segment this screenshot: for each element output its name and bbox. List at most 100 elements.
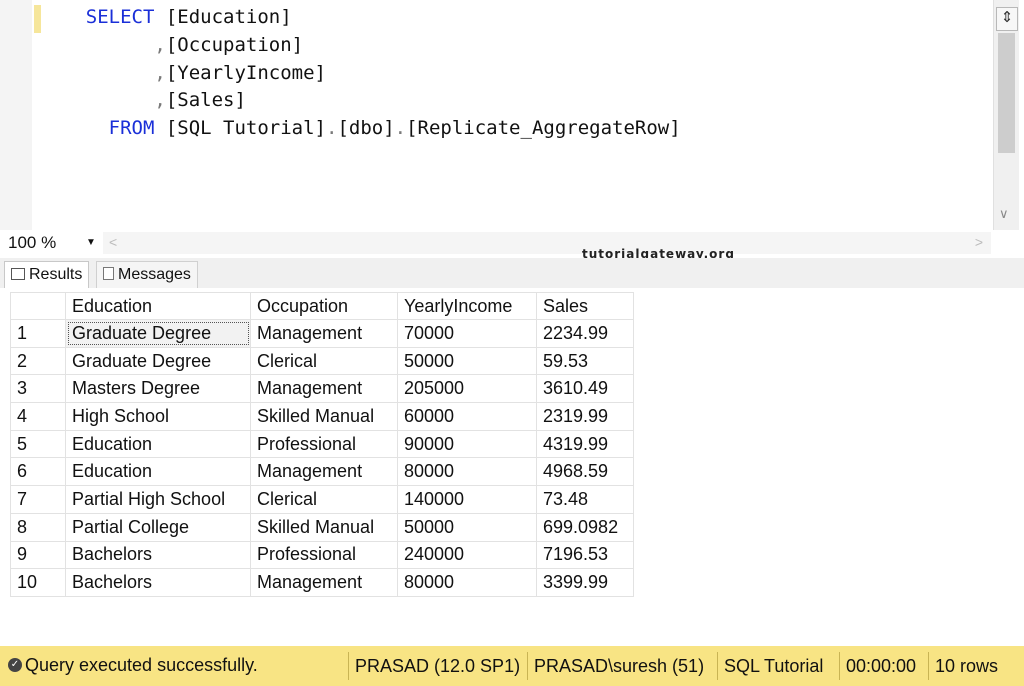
cell-occupation[interactable]: Professional (250, 429, 398, 459)
status-elapsed-time: 00:00:00 (839, 652, 916, 680)
cell-yearlyincome[interactable]: 50000 (397, 346, 537, 376)
cell-education[interactable]: Bachelors (65, 568, 251, 597)
editor-horizontal-scrollbar[interactable]: < > (103, 232, 991, 254)
row-number[interactable]: 10 (10, 568, 66, 597)
cell-education[interactable]: Education (65, 429, 251, 459)
cell-sales[interactable]: 4968.59 (536, 457, 634, 487)
sql-code[interactable]: SELECT [Education] ,[Occupation] ,[Yearl… (40, 4, 681, 143)
cell-yearlyincome[interactable]: 205000 (397, 374, 537, 404)
cell-occupation[interactable]: Management (250, 374, 398, 404)
status-server: PRASAD (12.0 SP1) (348, 652, 520, 680)
cell-yearlyincome[interactable]: 60000 (397, 402, 537, 431)
cell-occupation[interactable]: Skilled Manual (250, 512, 398, 542)
table-row: 2 Graduate Degree Clerical 50000 59.53 (10, 346, 634, 376)
tab-messages[interactable]: Messages (96, 261, 198, 288)
cell-yearlyincome[interactable]: 80000 (397, 568, 537, 597)
cell-sales[interactable]: 2234.99 (536, 319, 634, 348)
row-number-header[interactable] (10, 292, 66, 320)
cell-sales[interactable]: 4319.99 (536, 429, 634, 459)
cell-education[interactable]: Partial High School (65, 485, 251, 514)
status-message: Query executed successfully. (25, 655, 258, 675)
cell-yearlyincome[interactable]: 240000 (397, 540, 537, 570)
tab-messages-label: Messages (118, 266, 191, 283)
row-number[interactable]: 6 (10, 457, 66, 487)
row-number[interactable]: 7 (10, 485, 66, 514)
table-row: 3 Masters Degree Management 205000 3610.49 (10, 374, 634, 404)
row-number[interactable]: 8 (10, 512, 66, 542)
code-line-3: ,[YearlyIncome] (154, 61, 326, 84)
dropdown-arrow-icon[interactable]: ▼ (86, 232, 96, 254)
table-row: 10 Bachelors Management 80000 3399.99 (10, 568, 634, 597)
row-number[interactable]: 4 (10, 402, 66, 431)
cell-occupation[interactable]: Clerical (250, 346, 398, 376)
cell-yearlyincome[interactable]: 50000 (397, 512, 537, 542)
table-row: 8 Partial College Skilled Manual 50000 699.0… (10, 512, 634, 542)
zoom-value: 100 % (8, 233, 57, 252)
cell-sales[interactable]: 7196.53 (536, 540, 634, 570)
scrollbar-thumb[interactable] (998, 33, 1015, 153)
cell-sales[interactable]: 3399.99 (536, 568, 634, 597)
column-header-sales[interactable]: Sales (536, 292, 634, 320)
cell-education[interactable]: Partial College (65, 512, 251, 542)
cell-education[interactable]: Masters Degree (65, 374, 251, 404)
cell-occupation[interactable]: Management (250, 319, 398, 348)
cell-sales[interactable]: 2319.99 (536, 402, 634, 431)
cell-occupation[interactable]: Management (250, 568, 398, 597)
row-number[interactable]: 2 (10, 346, 66, 376)
code-line-2: ,[Occupation] (154, 33, 304, 56)
chevron-down-icon[interactable]: ∨ (999, 206, 1009, 222)
row-number[interactable]: 1 (10, 319, 66, 348)
editor-vertical-scrollbar[interactable]: ⇕ ∨ (993, 0, 1019, 230)
table-row: 4 High School Skilled Manual 60000 2319.99 (10, 402, 634, 431)
split-icon[interactable]: ⇕ (996, 7, 1018, 31)
zoom-bar: 100 % ▼ < > tutorialgateway.org (0, 230, 1024, 261)
success-check-icon: ✓ (8, 658, 22, 672)
row-number[interactable]: 9 (10, 540, 66, 570)
cell-education[interactable]: Bachelors (65, 540, 251, 570)
cell-sales[interactable]: 699.0982 (536, 512, 634, 542)
tab-results[interactable]: Results (4, 261, 90, 288)
results-table: Education Occupation YearlyIncome Sales … (10, 292, 634, 597)
cell-occupation[interactable]: Clerical (250, 485, 398, 514)
status-row-count: 10 rows (928, 652, 998, 680)
code-line-4: ,[Sales] (154, 89, 246, 112)
status-bar: ✓ Query executed successfully. PRASAD (1… (0, 646, 1024, 686)
table-row: 1 Graduate Degree Management 70000 2234.99 (10, 319, 634, 348)
row-number[interactable]: 5 (10, 429, 66, 459)
chevron-right-icon[interactable]: > (975, 234, 983, 250)
column-header-education[interactable]: Education (65, 292, 251, 320)
cell-yearlyincome[interactable]: 90000 (397, 429, 537, 459)
cell-sales[interactable]: 59.53 (536, 346, 634, 376)
query-editor[interactable]: SELECT [Education] ,[Occupation] ,[Yearl… (0, 0, 1024, 230)
cell-education[interactable]: High School (65, 402, 251, 431)
cell-yearlyincome[interactable]: 140000 (397, 485, 537, 514)
status-database: SQL Tutorial (717, 652, 823, 680)
cell-yearlyincome[interactable]: 80000 (397, 457, 537, 487)
cell-occupation[interactable]: Skilled Manual (250, 402, 398, 431)
cell-occupation[interactable]: Professional (250, 540, 398, 570)
cell-sales[interactable]: 3610.49 (536, 374, 634, 404)
status-user: PRASAD\suresh (51) (527, 652, 704, 680)
results-grid[interactable]: Education Occupation YearlyIncome Sales … (0, 288, 1024, 644)
tab-results-label: Results (29, 266, 83, 283)
table-row: 5 Education Professional 90000 4319.99 (10, 429, 634, 459)
chevron-left-icon[interactable]: < (109, 234, 117, 250)
message-icon (103, 267, 114, 281)
column-header-occupation[interactable]: Occupation (250, 292, 398, 320)
cell-education[interactable]: Graduate Degree (65, 346, 251, 376)
code-line-5: FROM [SQL Tutorial].[dbo].[Replicate_Agg… (108, 117, 681, 140)
grid-icon (11, 267, 25, 280)
cell-education[interactable]: Graduate Degree (65, 319, 251, 348)
editor-margin (0, 0, 32, 230)
cell-sales[interactable]: 73.48 (536, 485, 634, 514)
row-number[interactable]: 3 (10, 374, 66, 404)
cell-yearlyincome[interactable]: 70000 (397, 319, 537, 348)
column-header-yearlyincome[interactable]: YearlyIncome (397, 292, 537, 320)
table-row: 7 Partial High School Clerical 140000 73.48 (10, 485, 634, 514)
zoom-select[interactable]: 100 % ▼ (4, 232, 100, 254)
cell-education[interactable]: Education (65, 457, 251, 487)
results-tabs: Results Messages (0, 258, 1024, 289)
table-row: 9 Bachelors Professional 240000 7196.53 (10, 540, 634, 570)
cell-occupation[interactable]: Management (250, 457, 398, 487)
code-line-1: SELECT [Education] (85, 6, 292, 28)
